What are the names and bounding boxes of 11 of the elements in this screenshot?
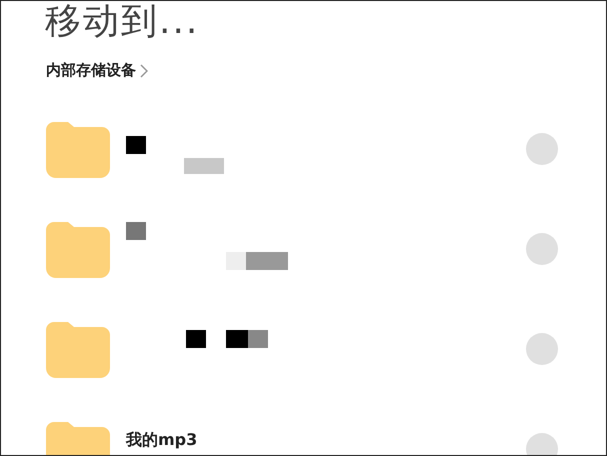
breadcrumb-link[interactable]: 内部存储设备 bbox=[46, 61, 136, 80]
radio-button[interactable] bbox=[526, 133, 558, 165]
radio-button[interactable] bbox=[526, 233, 558, 265]
folder-icon bbox=[46, 220, 110, 278]
folder-name: 我的mp3 bbox=[126, 430, 198, 450]
chevron-right-icon bbox=[140, 64, 148, 78]
radio-button[interactable] bbox=[526, 333, 558, 365]
folder-icon bbox=[46, 320, 110, 378]
folder-icon bbox=[46, 120, 110, 178]
folder-row[interactable]: 我的mp3 bbox=[1, 400, 606, 455]
page-title: 移动到... bbox=[45, 1, 200, 43]
